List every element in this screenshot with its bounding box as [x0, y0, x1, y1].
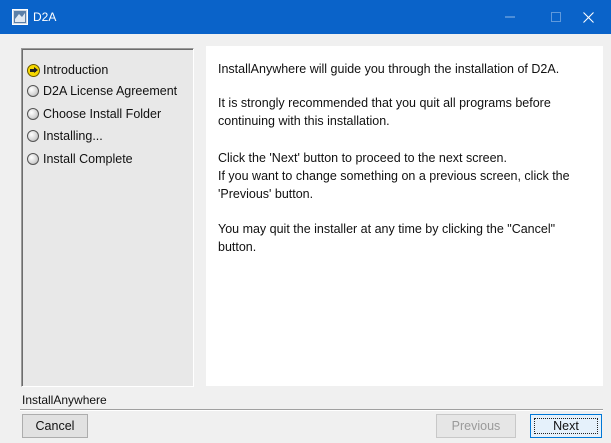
minimize-icon	[505, 16, 515, 18]
maximize-icon	[551, 12, 561, 22]
step-license-agreement: D2A License Agreement	[27, 82, 177, 100]
previous-instruction-line: If you want to change something on a pre…	[218, 169, 570, 201]
previous-button[interactable]: Previous	[436, 414, 516, 438]
cancel-instruction-paragraph: You may quit the installer at any time b…	[218, 222, 556, 254]
recommend-paragraph: It is strongly recommended that you quit…	[218, 96, 551, 128]
radio-bullet-icon	[27, 108, 39, 120]
title-bar: D2A	[0, 0, 611, 34]
steps-panel: Introduction D2A License Agreement Choos…	[21, 48, 194, 387]
step-label: Install Complete	[43, 152, 133, 166]
step-label: Introduction	[43, 63, 109, 77]
next-button[interactable]: Next	[530, 414, 602, 438]
step-choose-install-folder: Choose Install Folder	[27, 105, 161, 123]
step-label: Choose Install Folder	[43, 107, 162, 121]
radio-bullet-icon	[27, 85, 39, 97]
installer-app-icon	[12, 9, 28, 25]
step-install-complete: Install Complete	[27, 150, 133, 168]
introduction-content: InstallAnywhere will guide you through t…	[206, 46, 603, 386]
next-instruction-line: Click the 'Next' button to proceed to th…	[218, 151, 507, 165]
cancel-button[interactable]: Cancel	[22, 414, 88, 438]
arrow-right-icon	[27, 63, 40, 77]
step-label: Installing...	[43, 129, 103, 143]
installer-window: D2A Introduction D2A License Agreement C…	[0, 0, 611, 443]
window-title: D2A	[33, 10, 57, 24]
step-introduction: Introduction	[27, 61, 108, 79]
radio-bullet-icon	[27, 153, 39, 165]
intro-paragraph: InstallAnywhere will guide you through t…	[218, 62, 560, 76]
step-installing: Installing...	[27, 127, 103, 145]
focus-ring	[534, 418, 598, 434]
close-icon	[582, 11, 594, 23]
step-label: D2A License Agreement	[43, 84, 178, 98]
footer-divider	[20, 409, 603, 411]
installanywhere-brand-label: InstallAnywhere	[22, 393, 107, 407]
radio-bullet-icon	[27, 130, 39, 142]
close-button[interactable]	[565, 0, 611, 34]
minimize-button[interactable]	[487, 0, 533, 34]
